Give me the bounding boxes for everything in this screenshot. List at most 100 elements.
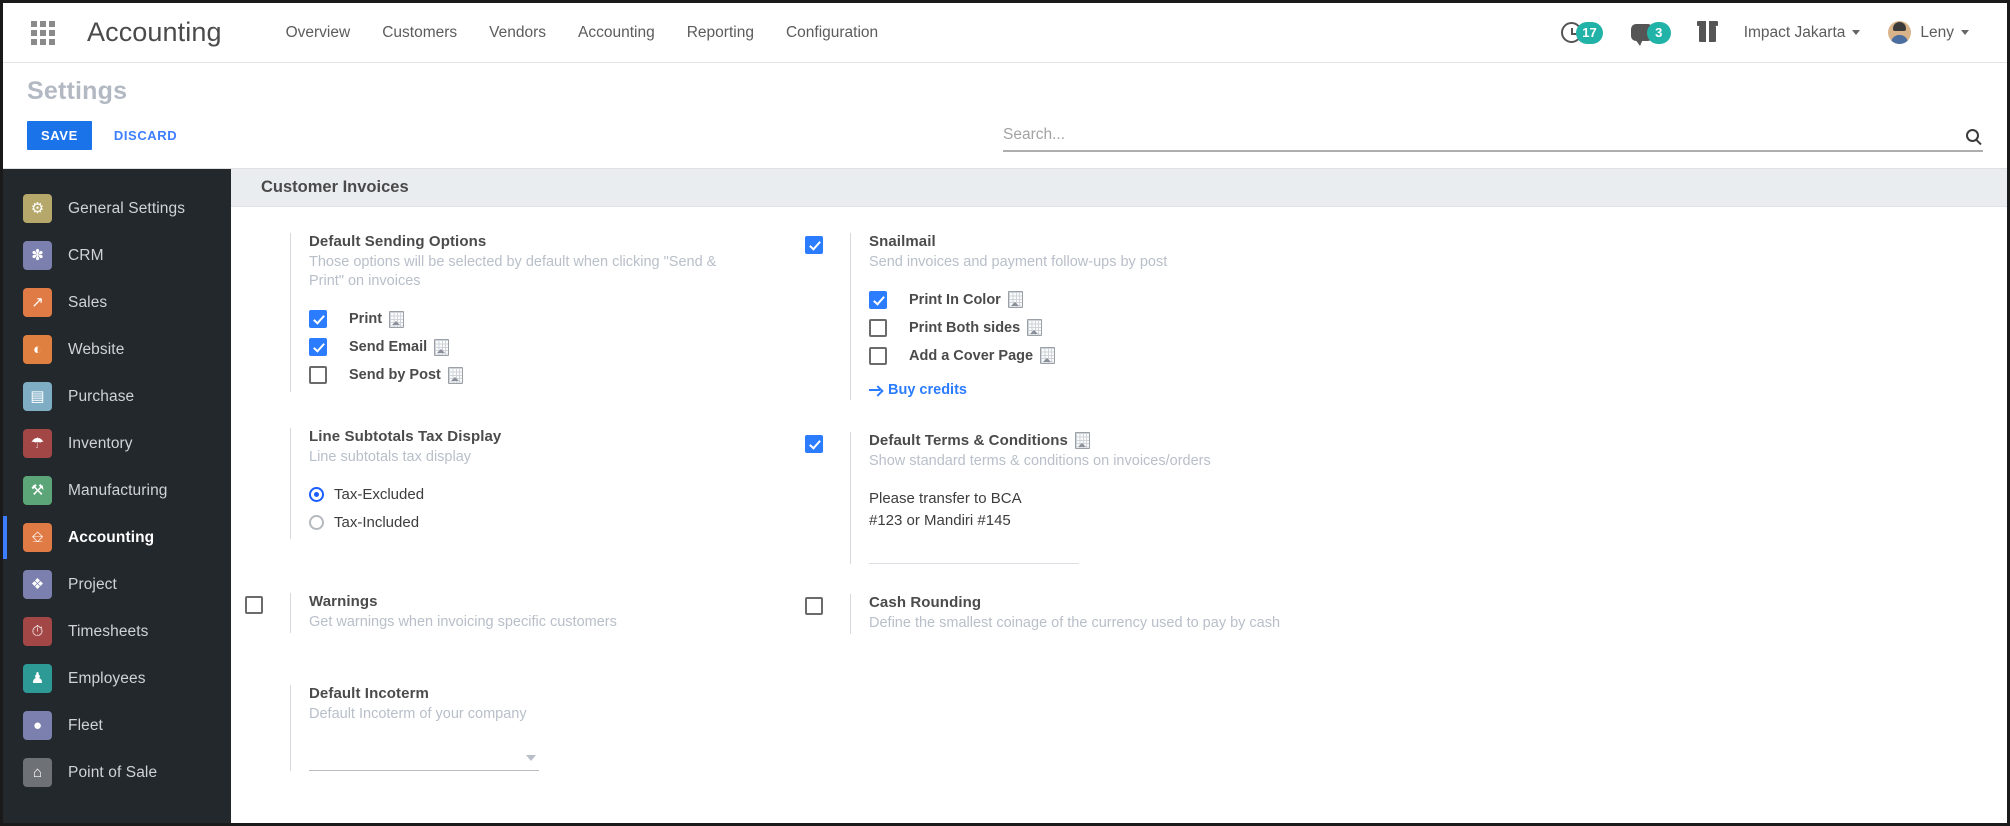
- search-input[interactable]: [1003, 126, 1966, 144]
- sidebar-item-project[interactable]: ❖ Project: [3, 561, 231, 608]
- messages-count-badge: 3: [1646, 21, 1671, 44]
- setting-description: Define the smallest coinage of the curre…: [869, 615, 1281, 632]
- buy-credits-link[interactable]: Buy credits: [869, 382, 967, 398]
- checkbox-send-by-post[interactable]: [309, 366, 327, 385]
- setting-title: Line Subtotals Tax Display: [309, 427, 502, 445]
- option-label-print-both-sides: Print Both sides: [909, 319, 1043, 337]
- setting-snailmail: Snailmail Send invoices and payment foll…: [805, 233, 2007, 401]
- radio-tax-excluded[interactable]: [309, 487, 324, 503]
- sidebar-item-label: Timesheets: [68, 622, 149, 640]
- setting-body: Default Incoterm Default Incoterm of you…: [290, 684, 777, 772]
- setting-body: Cash Rounding Define the smallest coinag…: [850, 594, 1979, 634]
- chevron-down-icon: [526, 755, 536, 762]
- option-row-print-in-color: Print In Color: [869, 288, 1979, 311]
- handshake-icon: ✽: [23, 241, 52, 270]
- setting-description: Get warnings when invoicing specific cus…: [309, 614, 617, 631]
- sidebar-item-inventory[interactable]: ☂ Inventory: [3, 420, 231, 467]
- setting-body: Default Terms & Conditions Show standard…: [850, 432, 1979, 565]
- sidebar-item-label: Inventory: [68, 434, 133, 452]
- checkbox-warnings[interactable]: [245, 596, 263, 615]
- sidebar-item-fleet[interactable]: ● Fleet: [3, 702, 231, 749]
- radio-row-tax-included: Tax-Included: [309, 511, 777, 534]
- gear-icon: ⚙: [23, 194, 52, 223]
- checkbox-print-in-color[interactable]: [869, 290, 887, 309]
- credit-card-icon: ▤: [23, 382, 52, 411]
- sidebar-item-crm[interactable]: ✽ CRM: [3, 232, 231, 279]
- option-row-send-by-post: Send by Post: [309, 364, 777, 387]
- setting-body: Warnings Get warnings when invoicing spe…: [290, 593, 777, 633]
- checkbox-snailmail[interactable]: [805, 236, 823, 254]
- option-row-print: Print: [309, 308, 777, 331]
- checkbox-send-email[interactable]: [309, 338, 327, 357]
- setting-title: Snailmail: [869, 233, 936, 250]
- sidebar-item-website[interactable]: ◐ Website: [3, 326, 231, 373]
- setting-title: Default Terms & Conditions: [869, 432, 1979, 450]
- stopwatch-icon: ⏱: [23, 617, 52, 646]
- menu-item-configuration[interactable]: Configuration: [770, 18, 894, 48]
- sidebar-item-accounting[interactable]: ⎒ Accounting: [3, 514, 231, 561]
- company-switcher[interactable]: Impact Jakarta: [1730, 24, 1875, 42]
- app-brand-title: Accounting: [87, 17, 222, 47]
- sidebar-item-employees[interactable]: ♟ Employees: [3, 655, 231, 702]
- control-panel: Settings SAVE DISCARD: [3, 63, 2007, 169]
- activities-button[interactable]: 17: [1547, 21, 1616, 44]
- sidebar-item-label: Point of Sale: [68, 763, 158, 781]
- sidebar-item-timesheets[interactable]: ⏱ Timesheets: [3, 608, 231, 655]
- broken-image-icon: [1007, 291, 1023, 309]
- discard-button[interactable]: DISCARD: [110, 121, 181, 150]
- checkbox-print[interactable]: [309, 310, 327, 329]
- arrow-right-icon: [869, 385, 882, 395]
- option-row-send-email: Send Email: [309, 336, 777, 359]
- car-icon: ●: [23, 711, 52, 740]
- chevron-down-icon: [1961, 30, 1969, 35]
- checkbox-add-a-cover-page[interactable]: [869, 346, 887, 365]
- user-menu[interactable]: Leny: [1874, 21, 1983, 44]
- setting-body: Snailmail Send invoices and payment foll…: [850, 233, 1979, 401]
- settings-content: Customer Invoices Default Sending Option…: [231, 169, 2007, 823]
- option-label-add-a-cover-page: Add a Cover Page: [909, 347, 1056, 365]
- option-row-print-both-sides: Print Both sides: [869, 316, 1979, 339]
- odoo-settings-window: Accounting Overview Customers Vendors Ac…: [0, 0, 2010, 826]
- apps-grid-icon[interactable]: [31, 20, 61, 46]
- default-incoterm-select[interactable]: [309, 746, 539, 772]
- sidebar-item-point-of-sale[interactable]: ⌂ Point of Sale: [3, 749, 231, 796]
- messages-button[interactable]: 3: [1617, 21, 1685, 46]
- default-terms-textarea[interactable]: Please transfer to BCA #123 or Mandiri #…: [869, 488, 1079, 565]
- user-name: Leny: [1920, 23, 1954, 41]
- setting-title: Cash Rounding: [869, 594, 982, 612]
- menu-item-customers[interactable]: Customers: [366, 18, 473, 48]
- top-navbar: Accounting Overview Customers Vendors Ac…: [3, 3, 2007, 63]
- menu-item-overview[interactable]: Overview: [270, 18, 367, 48]
- option-label-print-in-color: Print In Color: [909, 291, 1023, 309]
- setting-default-sending-options: Default Sending Options Those options wi…: [245, 233, 805, 392]
- checkbox-print-both-sides[interactable]: [869, 318, 887, 337]
- radio-tax-included[interactable]: [309, 515, 324, 531]
- search-bar: [1003, 126, 1983, 152]
- setting-body: Default Sending Options Those options wi…: [290, 233, 777, 392]
- option-row-add-a-cover-page: Add a Cover Page: [869, 344, 1979, 367]
- company-name: Impact Jakarta: [1743, 23, 1846, 41]
- menu-item-reporting[interactable]: Reporting: [671, 18, 770, 48]
- sidebar-item-label: Sales: [68, 293, 108, 311]
- sidebar-item-sales[interactable]: ↗ Sales: [3, 279, 231, 326]
- section-title-customer-invoices: Customer Invoices: [231, 169, 2007, 207]
- broken-image-icon: [1027, 319, 1043, 337]
- checkbox-cash-rounding[interactable]: [805, 597, 823, 616]
- sidebar-item-label: General Settings: [68, 199, 186, 217]
- gift-button[interactable]: [1685, 21, 1730, 42]
- broken-image-icon: [434, 338, 450, 356]
- menu-item-accounting[interactable]: Accounting: [562, 18, 671, 48]
- page-title: Settings: [27, 77, 128, 105]
- setting-description: Default Incoterm of your company: [309, 705, 527, 722]
- sidebar-item-general-settings[interactable]: ⚙ General Settings: [3, 185, 231, 232]
- sidebar-item-manufacturing[interactable]: ⚒ Manufacturing: [3, 467, 231, 514]
- checkbox-default-terms[interactable]: [805, 435, 823, 454]
- sidebar-item-label: Accounting: [68, 528, 155, 546]
- open-box-icon: ☂: [23, 429, 52, 458]
- save-button[interactable]: SAVE: [27, 121, 92, 150]
- menu-item-vendors[interactable]: Vendors: [473, 18, 562, 48]
- sidebar-item-purchase[interactable]: ▤ Purchase: [3, 373, 231, 420]
- search-icon[interactable]: [1966, 128, 1979, 142]
- setting-description: Line subtotals tax display: [309, 448, 472, 465]
- sidebar-item-label: Employees: [68, 669, 146, 687]
